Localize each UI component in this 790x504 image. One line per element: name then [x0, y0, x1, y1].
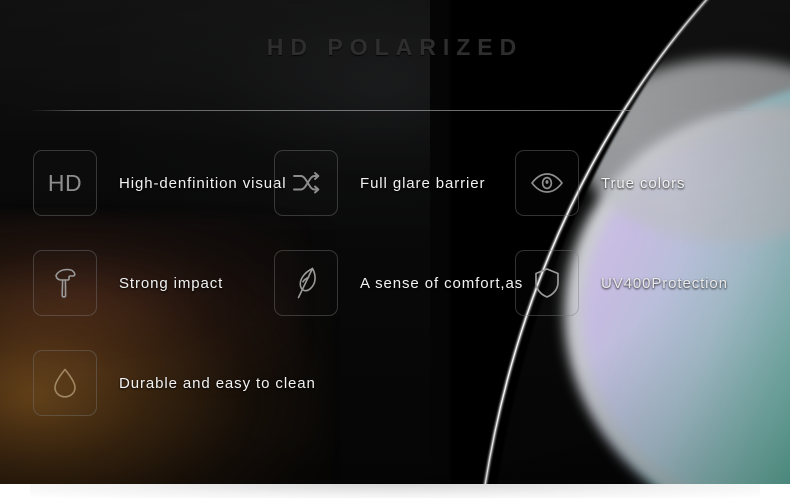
feature-item-full-glare-barrier[interactable]: Full glare barrier [274, 150, 485, 216]
feature-label: True colors [601, 174, 686, 192]
feature-label: A sense of comfort,as [360, 274, 524, 292]
hd-icon: HD [33, 150, 97, 216]
feather-icon [274, 250, 338, 316]
shield-icon [515, 250, 579, 316]
hammer-icon [33, 250, 97, 316]
shuffle-icon [274, 150, 338, 216]
feature-item-uv400-protection[interactable]: UV400Protection [515, 250, 728, 316]
hd-icon-label: HD [47, 169, 83, 196]
feature-label: High-denfinition visual [119, 174, 287, 192]
page-title: HD POLARIZED [266, 34, 524, 60]
feature-row: HD High-denfinition visual Full glare ba… [0, 150, 790, 250]
dark-panel: HD POLARIZED HD High-denfinition visual [0, 0, 790, 484]
feature-row: Durable and easy to clean [0, 350, 790, 450]
product-feature-banner: HD POLARIZED HD High-denfinition visual [0, 0, 790, 504]
water-drop-icon [33, 350, 97, 416]
feature-label: UV400Protection [601, 274, 728, 292]
feature-item-high-definition-visual[interactable]: HD High-denfinition visual [33, 150, 286, 216]
feature-item-sense-of-comfort[interactable]: A sense of comfort,as [274, 250, 523, 316]
feature-item-durable-easy-clean[interactable]: Durable and easy to clean [33, 350, 316, 416]
feature-label: Full glare barrier [360, 174, 486, 192]
feature-label: Strong impact [119, 274, 224, 292]
feature-label: Durable and easy to clean [119, 374, 316, 392]
panel-drop-shadow [30, 484, 760, 498]
feature-grid: HD High-denfinition visual Full glare ba… [0, 150, 790, 450]
title-divider [32, 110, 758, 111]
feature-item-true-colors[interactable]: True colors [515, 150, 685, 216]
feature-item-strong-impact[interactable]: Strong impact [33, 250, 223, 316]
eye-icon [515, 150, 579, 216]
feature-row: Strong impact A sense of comfort,as UV40… [0, 250, 790, 350]
